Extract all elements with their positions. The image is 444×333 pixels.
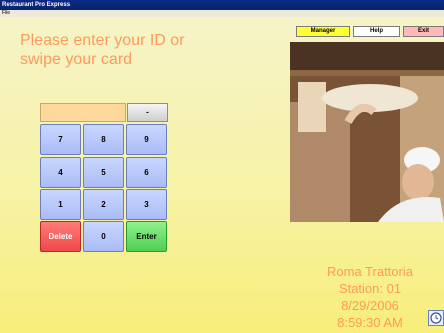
clock-icon[interactable]	[428, 310, 444, 326]
id-entry-field[interactable]	[40, 103, 126, 122]
key-7[interactable]: 7	[40, 124, 81, 155]
exit-button[interactable]: Exit	[403, 26, 444, 37]
key-3[interactable]: 3	[126, 189, 167, 220]
key-dot[interactable]: -	[127, 103, 168, 122]
station-label: Station: 01	[338, 281, 402, 296]
restaurant-name: Roma Trattoria	[327, 264, 413, 279]
key-2[interactable]: 2	[83, 189, 124, 220]
key-6[interactable]: 6	[126, 157, 167, 188]
menu-bar: File	[0, 10, 444, 17]
prompt-line-1: Please enter your ID or	[20, 32, 185, 49]
menu-file[interactable]: File	[2, 10, 10, 16]
prompt-line-2: swipe your card	[20, 51, 133, 68]
pizza-chef-photo	[290, 42, 444, 222]
window-title-bar: Restaurant Pro Express	[0, 0, 444, 10]
key-0[interactable]: 0	[83, 221, 124, 252]
delete-button[interactable]: Delete	[40, 221, 81, 252]
photo-illustration	[290, 42, 444, 222]
date-label: 8/29/2006	[341, 298, 399, 313]
manager-button[interactable]: Manager	[296, 26, 350, 37]
key-8[interactable]: 8	[83, 124, 124, 155]
key-9[interactable]: 9	[126, 124, 167, 155]
key-5[interactable]: 5	[83, 157, 124, 188]
login-prompt: Please enter your ID or swipe your card	[20, 31, 260, 69]
time-label: 8:59:30 AM	[337, 315, 403, 330]
enter-button[interactable]: Enter	[126, 221, 167, 252]
key-1[interactable]: 1	[40, 189, 81, 220]
key-4[interactable]: 4	[40, 157, 81, 188]
clock-icon-graphic	[430, 312, 442, 324]
help-button[interactable]: Help	[353, 26, 400, 37]
main-panel: Please enter your ID or swipe your card …	[0, 17, 444, 333]
window-title: Restaurant Pro Express	[2, 2, 71, 8]
